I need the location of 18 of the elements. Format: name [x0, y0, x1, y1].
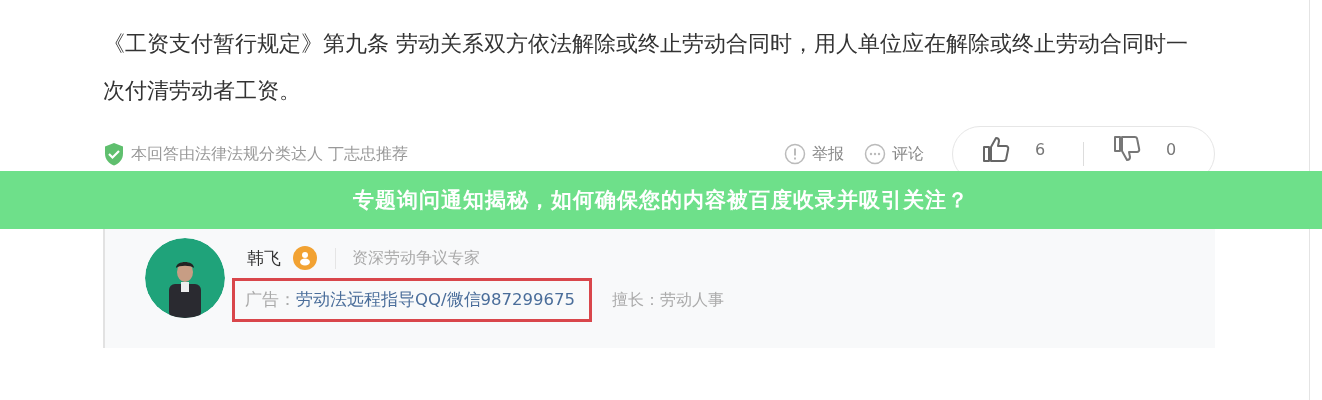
upvote-button[interactable]: 6 — [953, 133, 1083, 165]
ad-label: 广告： — [245, 289, 296, 311]
thumbs-up-icon — [981, 134, 1011, 164]
specialty-text: 擅长：劳动人事 — [612, 289, 724, 311]
banner-title: 专题询问通知揭秘，如何确保您的内容被百度收录并吸引关注？ — [353, 187, 969, 214]
recommendation-text: 本回答由法律法规分类达人 丁志忠推荐 — [131, 143, 409, 165]
level-badge-icon — [293, 246, 317, 270]
answer-paragraph: 《工资支付暂行规定》第九条 劳动关系双方依法解除或终止劳动合同时，用人单位应在解除或终止劳动合同时一次付清劳动者工资。 — [103, 29, 1190, 105]
comment-link[interactable]: 评论 — [864, 143, 924, 165]
author-title: 资深劳动争议专家 — [335, 247, 480, 269]
ad-link[interactable]: 劳动法远程指导QQ/微信987299675 — [296, 289, 575, 311]
author-name[interactable]: 韩飞 — [247, 246, 281, 270]
comment-icon — [864, 143, 886, 165]
report-link[interactable]: 举报 — [784, 143, 844, 165]
verified-shield-icon — [103, 142, 125, 166]
downvote-button[interactable]: 0 — [1084, 133, 1214, 165]
thumbs-down-icon — [1112, 134, 1142, 164]
report-icon — [784, 143, 806, 165]
